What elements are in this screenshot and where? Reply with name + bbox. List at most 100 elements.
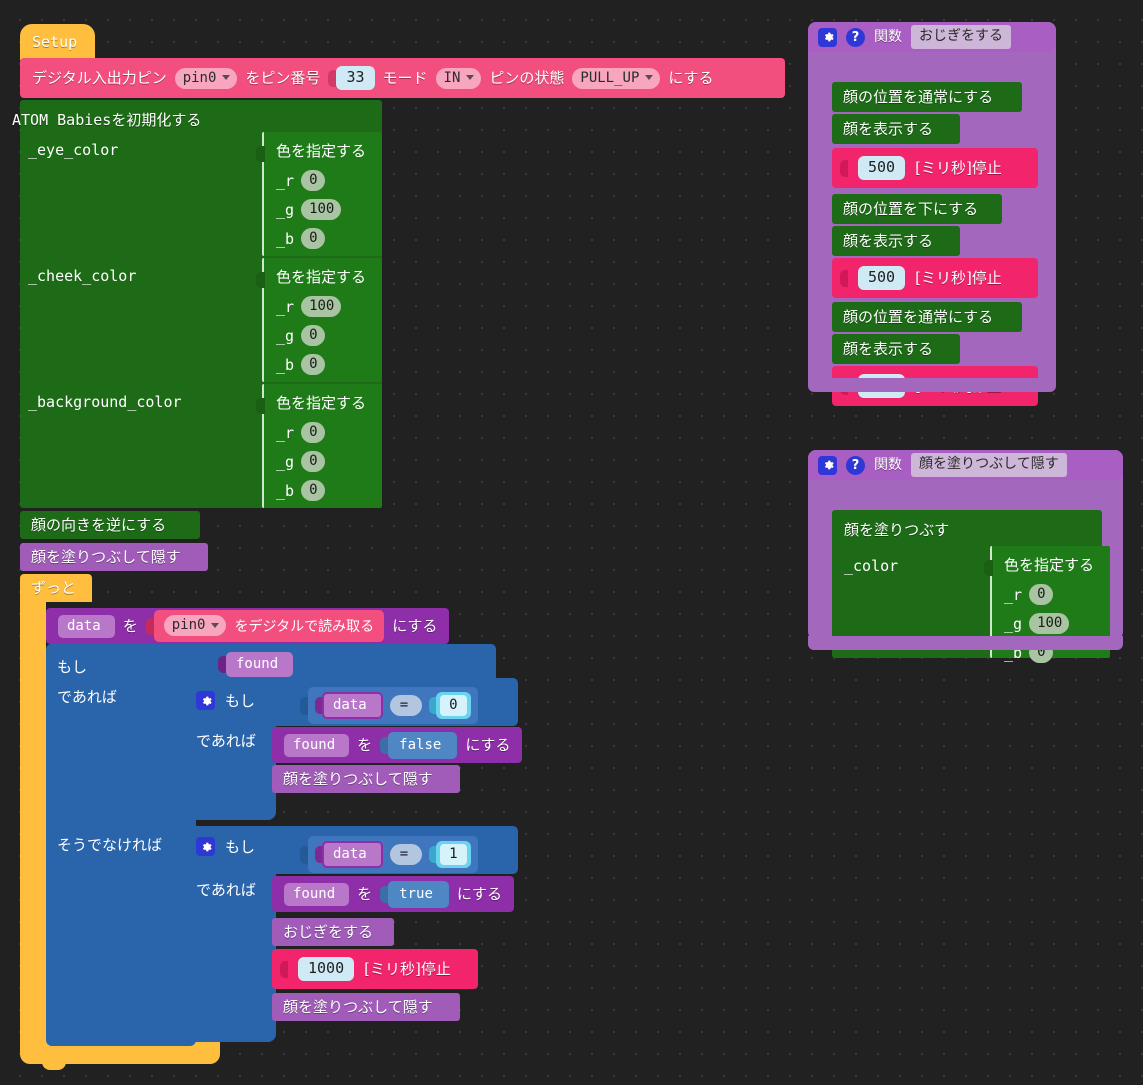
color-row-b[interactable]: _b 0 xyxy=(276,480,372,501)
setup-hat-label: Setup xyxy=(32,32,78,51)
set-found-true-block[interactable]: found を true にする xyxy=(272,876,515,912)
set-found-false-block[interactable]: found を false にする xyxy=(272,727,523,763)
function-hide-header[interactable]: ? 関数 顔を塗りつぶして隠す xyxy=(808,450,1123,480)
color-row-r[interactable]: _r 0 xyxy=(276,170,372,191)
comparison-block-2[interactable]: data = 1 xyxy=(308,836,478,873)
digital-read-socket[interactable]: pin0 をデジタルで読み取る xyxy=(145,610,385,642)
function-def-hide-face[interactable]: ? 関数 顔を塗りつぶして隠す 顔を塗りつぶす _color 色を指定する _r… xyxy=(808,450,1123,663)
gear-icon[interactable] xyxy=(196,837,215,856)
func-bow-stmt-1[interactable]: 顔を表示する xyxy=(832,114,960,144)
color-value-g[interactable]: 0 xyxy=(301,451,325,472)
function-hide-name[interactable]: 顔を塗りつぶして隠す xyxy=(911,453,1067,477)
inner-if-2-condition-socket[interactable]: data = 1 xyxy=(300,836,478,873)
digital-pin-config-block[interactable]: デジタル入出力ピン pin0 をピン番号 33 モード IN ピンの状態 PUL… xyxy=(20,58,785,98)
func-bow-stmt-4[interactable]: 顔を表示する xyxy=(832,226,960,256)
color-value-r[interactable]: 100 xyxy=(301,296,342,317)
func-bow-stmt-6[interactable]: 顔の位置を通常にする xyxy=(832,302,1022,332)
variable-found-select[interactable]: found xyxy=(284,733,350,757)
wait-value-input[interactable]: 500 xyxy=(858,156,906,180)
color-block-title: 色を指定する xyxy=(276,142,367,160)
color-value-g[interactable]: 100 xyxy=(301,199,342,220)
variable-found-select[interactable]: found xyxy=(284,882,350,906)
inner-if-1-condition-socket[interactable]: data = 0 xyxy=(300,687,478,724)
color-row-g[interactable]: _g 0 xyxy=(276,451,372,472)
forever-label: ずっと xyxy=(31,578,77,597)
function-bow-name[interactable]: おじぎをする xyxy=(911,25,1011,49)
question-icon[interactable]: ? xyxy=(846,455,865,475)
question-icon[interactable]: ? xyxy=(846,27,865,47)
color-row-r[interactable]: _r 0 xyxy=(276,422,372,443)
boolean-false-select[interactable]: false xyxy=(388,731,458,759)
gear-icon[interactable] xyxy=(196,691,215,710)
fill-face-title: 顔を塗りつぶす xyxy=(844,521,950,539)
set-found-end-label: にする xyxy=(465,735,511,754)
pin-mode-select[interactable]: IN xyxy=(435,67,482,89)
gear-icon[interactable] xyxy=(818,455,837,475)
variable-data-select[interactable]: data xyxy=(58,614,115,638)
comparison-block-1[interactable]: data = 0 xyxy=(308,687,478,724)
variable-data-reporter[interactable]: data xyxy=(322,841,383,868)
variable-found-reporter[interactable]: found xyxy=(226,652,294,677)
variable-data-reporter[interactable]: data xyxy=(322,692,383,719)
forever-loop-block[interactable]: ずっと xyxy=(20,574,92,602)
setup-hat-block[interactable]: Setup xyxy=(20,24,95,60)
socket-tab xyxy=(315,846,322,863)
pin-number-socket[interactable]: 33 xyxy=(328,66,375,90)
blockly-workspace[interactable]: Setup デジタル入出力ピン pin0 をピン番号 33 モード IN ピンの… xyxy=(0,0,1143,1085)
func-bow-wait-2[interactable]: 500 [ミリ秒]停止 xyxy=(832,148,1038,188)
digital-read-pin-select[interactable]: pin0 xyxy=(163,615,227,636)
set-found-to-label: を xyxy=(357,884,373,903)
function-def-bow[interactable]: ? 関数 おじぎをする 顔の位置を通常にする 顔を表示する 500 [ミリ秒]停… xyxy=(808,22,1056,406)
outer-if-then-label: であれば xyxy=(57,688,117,706)
outer-if-condition-socket[interactable]: found xyxy=(218,652,294,677)
set-data-block[interactable]: data を pin0 をデジタルで読み取る にする xyxy=(46,608,450,644)
function-bow-foot xyxy=(808,378,1056,392)
comparison-value-field-1[interactable]: 0 xyxy=(436,692,471,719)
color-row-g[interactable]: _g 100 xyxy=(1004,613,1100,634)
hide-face-block-else[interactable]: 顔を塗りつぶして隠す xyxy=(272,993,460,1021)
color-value-g[interactable]: 0 xyxy=(301,325,325,346)
hide-face-block[interactable]: 顔を塗りつぶして隠す xyxy=(20,543,208,571)
color-block-eye[interactable]: 色を指定する _r 0 _g 100 _b 0 xyxy=(256,132,382,256)
wait-value-input[interactable]: 500 xyxy=(858,266,906,290)
outer-if-else-label: そうでなければ xyxy=(57,836,163,854)
color-row-r[interactable]: _r 0 xyxy=(1004,584,1100,605)
func-bow-stmt-3[interactable]: 顔の位置を下にする xyxy=(832,194,1002,224)
comparison-operator-select-2[interactable]: = xyxy=(389,844,423,865)
color-row-b[interactable]: _b 0 xyxy=(276,354,372,375)
color-value-b[interactable]: 0 xyxy=(301,228,325,249)
color-row-g[interactable]: _g 0 xyxy=(276,325,372,346)
digital-read-reporter[interactable]: pin0 をデジタルで読み取る xyxy=(153,610,385,642)
color-row-g[interactable]: _g 100 xyxy=(276,199,372,220)
flip-face-block[interactable]: 顔の向きを逆にする xyxy=(20,511,200,539)
color-value-g[interactable]: 100 xyxy=(1029,613,1070,634)
function-bow-header[interactable]: ? 関数 おじぎをする xyxy=(808,22,1056,52)
bow-call-block[interactable]: おじぎをする xyxy=(272,918,394,946)
forever-loop-foot-notch xyxy=(42,1062,66,1070)
forever-loop-spine xyxy=(20,600,46,1048)
wait-value-input[interactable]: 1000 xyxy=(298,957,355,981)
color-value-b[interactable]: 0 xyxy=(301,354,325,375)
pin-text-1: デジタル入出力ピン xyxy=(32,68,167,87)
color-block-cheek[interactable]: 色を指定する _r 100 _g 0 _b 0 xyxy=(256,258,382,382)
boolean-true-select[interactable]: true xyxy=(388,880,449,908)
func-bow-stmt-7[interactable]: 顔を表示する xyxy=(832,334,960,364)
hide-face-block-then[interactable]: 顔を塗りつぶして隠す xyxy=(272,765,460,793)
pin-number-input[interactable]: 33 xyxy=(336,66,375,90)
color-value-r[interactable]: 0 xyxy=(301,170,325,191)
func-bow-wait-5[interactable]: 500 [ミリ秒]停止 xyxy=(832,258,1038,298)
gear-icon[interactable] xyxy=(818,27,837,47)
color-row-r[interactable]: _r 100 xyxy=(276,296,372,317)
comparison-operator-select-1[interactable]: = xyxy=(389,695,423,716)
color-value-r[interactable]: 0 xyxy=(1029,584,1053,605)
color-value-b[interactable]: 0 xyxy=(301,480,325,501)
pin-select[interactable]: pin0 xyxy=(174,67,238,89)
color-block-background[interactable]: 色を指定する _r 0 _g 0 _b 0 xyxy=(256,384,382,508)
color-value-r[interactable]: 0 xyxy=(301,422,325,443)
color-row-b[interactable]: _b 0 xyxy=(276,228,372,249)
socket-tab xyxy=(300,845,308,864)
comparison-value-field-2[interactable]: 1 xyxy=(436,841,471,868)
func-bow-stmt-0[interactable]: 顔の位置を通常にする xyxy=(832,82,1022,112)
wait-block-1000[interactable]: 1000 [ミリ秒]停止 xyxy=(272,949,478,989)
pin-state-select[interactable]: PULL_UP xyxy=(572,67,661,89)
